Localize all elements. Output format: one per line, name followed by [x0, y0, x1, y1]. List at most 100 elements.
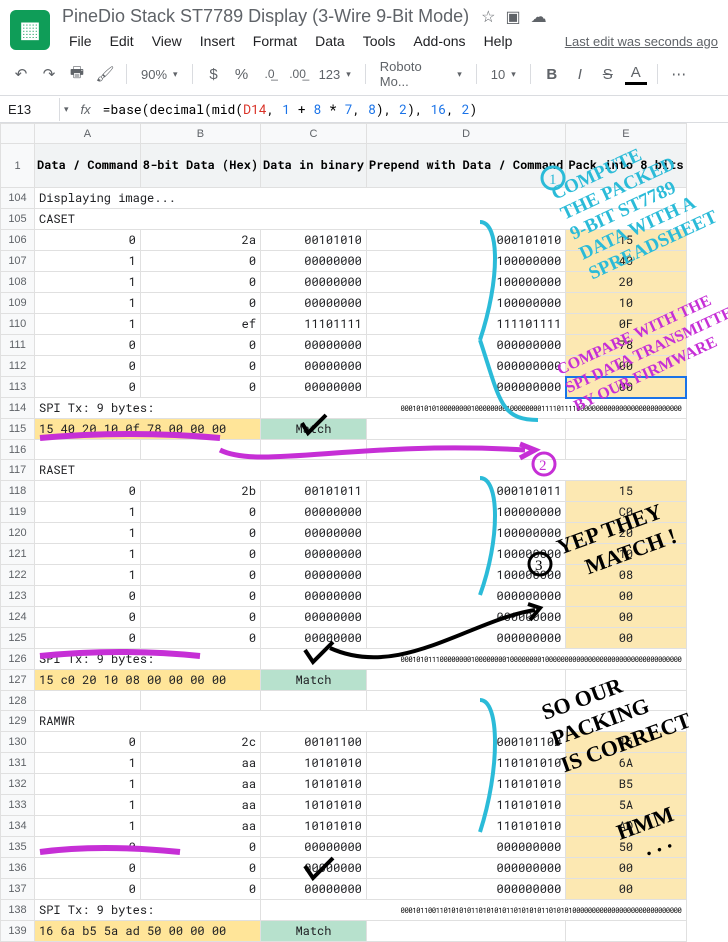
hex-cell[interactable]: aa — [140, 816, 260, 837]
hex-bytes[interactable]: 15 c0 20 10 08 00 00 00 00 — [35, 670, 261, 691]
binary-cell[interactable]: 00000000 — [261, 565, 367, 586]
hex-cell[interactable]: 2b — [140, 481, 260, 502]
data-command-cell[interactable]: 0 — [35, 335, 141, 356]
hex-bytes[interactable]: 15 40 20 10 0f 78 00 00 00 — [35, 419, 261, 440]
row-header[interactable]: 110 — [1, 314, 35, 335]
col-header-A[interactable]: A — [35, 124, 141, 144]
text-cell[interactable]: Displaying image... — [35, 188, 687, 209]
row-header[interactable]: 129 — [1, 711, 35, 732]
cell[interactable] — [566, 670, 686, 691]
data-command-cell[interactable]: 0 — [35, 837, 141, 858]
pack-cell[interactable]: 00 — [566, 858, 686, 879]
binary-cell[interactable]: 00000000 — [261, 586, 367, 607]
menu-insert[interactable]: Insert — [193, 29, 242, 53]
menu-format[interactable]: Format — [246, 29, 304, 53]
binary-cell[interactable]: 00101011 — [261, 481, 367, 502]
row-header[interactable]: 133 — [1, 795, 35, 816]
col-header-D[interactable]: D — [366, 124, 565, 144]
pack-cell[interactable]: 00 — [566, 607, 686, 628]
row-header[interactable]: 119 — [1, 502, 35, 523]
hex-cell[interactable]: 0 — [140, 607, 260, 628]
row-header[interactable]: 106 — [1, 230, 35, 251]
row-header[interactable]: 105 — [1, 209, 35, 230]
row-header[interactable]: 115 — [1, 419, 35, 440]
binary-cell[interactable]: 00000000 — [261, 837, 367, 858]
binary-cell[interactable]: 10101010 — [261, 774, 367, 795]
row-header[interactable]: 138 — [1, 900, 35, 921]
pack-cell[interactable]: 15 — [566, 481, 686, 502]
prepend-cell[interactable]: 000101010 — [366, 230, 565, 251]
prepend-cell[interactable]: 100000000 — [366, 272, 565, 293]
move-icon[interactable]: ▣ — [506, 7, 521, 27]
paint-button[interactable]: 🖌 — [94, 63, 116, 85]
row-header[interactable]: 111 — [1, 335, 35, 356]
hex-cell[interactable]: 0 — [140, 628, 260, 649]
row-header[interactable]: 113 — [1, 377, 35, 398]
row-header[interactable]: 114 — [1, 398, 35, 419]
row-header[interactable]: 123 — [1, 586, 35, 607]
col-header-C[interactable]: C — [261, 124, 367, 144]
cell[interactable] — [261, 440, 367, 460]
row-header[interactable]: 126 — [1, 649, 35, 670]
bold-button[interactable]: B — [541, 63, 563, 85]
text-cell[interactable]: RASET — [35, 460, 687, 481]
last-edit[interactable]: Last edit was seconds ago — [565, 34, 718, 49]
text-cell[interactable]: CASET — [35, 209, 687, 230]
cell[interactable] — [366, 691, 565, 711]
row-header[interactable]: 104 — [1, 188, 35, 209]
spi-label[interactable]: SPI Tx: 9 bytes: — [35, 398, 261, 419]
chevron-down-icon[interactable]: ▾ — [60, 104, 73, 115]
data-command-cell[interactable]: 0 — [35, 628, 141, 649]
hex-cell[interactable]: 2c — [140, 732, 260, 753]
row-header[interactable]: 136 — [1, 858, 35, 879]
cell[interactable] — [566, 419, 686, 440]
data-command-cell[interactable]: 0 — [35, 230, 141, 251]
menu-add-ons[interactable]: Add-ons — [406, 29, 472, 53]
doc-title[interactable]: PineDio Stack ST7789 Display (3-Wire 9-B… — [62, 6, 469, 27]
row-header[interactable]: 112 — [1, 356, 35, 377]
hex-cell[interactable]: 0 — [140, 586, 260, 607]
cell[interactable] — [140, 440, 260, 460]
menu-edit[interactable]: Edit — [103, 29, 141, 53]
text-cell[interactable]: RAMWR — [35, 711, 687, 732]
pack-cell[interactable]: 5A — [566, 795, 686, 816]
prepend-cell[interactable]: 111101111 — [366, 314, 565, 335]
data-command-cell[interactable]: 1 — [35, 272, 141, 293]
select-all-corner[interactable] — [1, 124, 35, 144]
data-command-cell[interactable]: 0 — [35, 858, 141, 879]
print-button[interactable]: 🖶 — [66, 63, 88, 85]
font-select[interactable]: Roboto Mo... — [376, 59, 466, 89]
cell[interactable] — [140, 691, 260, 711]
cell[interactable] — [366, 419, 565, 440]
data-command-cell[interactable]: 0 — [35, 607, 141, 628]
prepend-cell[interactable]: 000000000 — [366, 377, 565, 398]
row-header[interactable]: 1 — [1, 144, 35, 188]
hex-cell[interactable]: 0 — [140, 272, 260, 293]
zoom-select[interactable]: 90% — [137, 67, 182, 82]
pack-cell[interactable]: 6A — [566, 753, 686, 774]
prepend-cell[interactable]: 100000000 — [366, 523, 565, 544]
row-header[interactable]: 121 — [1, 544, 35, 565]
row-header[interactable]: 137 — [1, 879, 35, 900]
hex-cell[interactable]: ef — [140, 314, 260, 335]
data-command-cell[interactable]: 1 — [35, 502, 141, 523]
row-header[interactable]: 135 — [1, 837, 35, 858]
row-header[interactable]: 122 — [1, 565, 35, 586]
data-command-cell[interactable]: 1 — [35, 774, 141, 795]
cell[interactable] — [566, 440, 686, 460]
binary-cell[interactable]: 00000000 — [261, 335, 367, 356]
binary-cell[interactable]: 00000000 — [261, 628, 367, 649]
pack-cell[interactable]: 08 — [566, 565, 686, 586]
cell[interactable] — [35, 440, 141, 460]
row-header[interactable]: 132 — [1, 774, 35, 795]
spi-binary[interactable]: 0001010101000000001000000001000000001111… — [261, 398, 686, 419]
binary-cell[interactable]: 00000000 — [261, 502, 367, 523]
hex-bytes[interactable]: 16 6a b5 5a ad 50 00 00 00 — [35, 921, 261, 942]
data-command-cell[interactable]: 1 — [35, 293, 141, 314]
row-header[interactable]: 131 — [1, 753, 35, 774]
cloud-icon[interactable]: ☁ — [531, 7, 547, 27]
binary-cell[interactable]: 11101111 — [261, 314, 367, 335]
more-button[interactable]: ⋯ — [668, 63, 690, 85]
menu-view[interactable]: View — [145, 29, 189, 53]
data-command-cell[interactable]: 1 — [35, 795, 141, 816]
